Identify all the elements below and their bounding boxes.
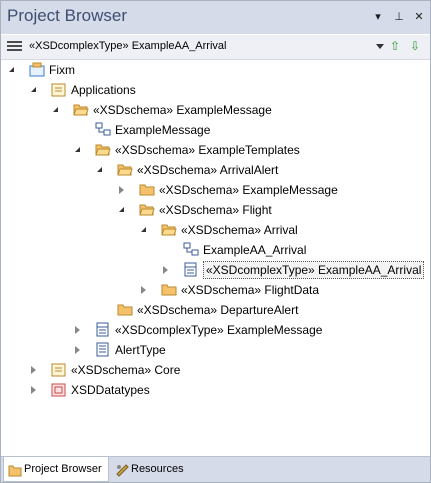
tree-item-label: Applications xyxy=(71,83,136,97)
collapse-arrow-icon[interactable] xyxy=(97,167,102,172)
tree-item-label: «XSDschema» DepartureAlert xyxy=(137,303,299,317)
titlebar: Project Browser ▾ ⊥ ✕ xyxy=(1,1,430,34)
close-icon[interactable]: ✕ xyxy=(412,10,426,24)
tree-item-label: AlertType xyxy=(115,343,166,357)
collapse-arrow-icon[interactable] xyxy=(119,207,124,212)
folder-icon xyxy=(139,182,155,197)
tab-project-browser[interactable]: Project Browser xyxy=(3,457,109,482)
tree-item[interactable]: «XSDschema» DepartureAlert xyxy=(1,300,430,320)
selected-element-label: «XSDcomplexType» ExampleAA_Arrival xyxy=(29,40,227,52)
folder-open-icon xyxy=(95,142,111,157)
tree-item[interactable]: «XSDschema» ExampleTemplates xyxy=(1,140,430,160)
move-down-button[interactable]: ⇩ xyxy=(408,39,422,55)
tree-item-label: «XSDschema» ExampleMessage xyxy=(93,103,272,117)
collapse-arrow-icon[interactable] xyxy=(9,67,14,72)
package-icon xyxy=(51,82,67,97)
collapse-arrow-icon[interactable] xyxy=(141,227,146,232)
tree-item[interactable]: «XSDschema» Flight xyxy=(1,200,430,220)
project-browser-window: Project Browser ▾ ⊥ ✕ «XSDcomplexType» E… xyxy=(0,0,431,483)
tree-item[interactable]: «XSDcomplexType» ExampleAA_Arrival xyxy=(1,260,430,280)
expand-arrow-icon[interactable] xyxy=(31,366,36,374)
expand-arrow-icon[interactable] xyxy=(141,286,146,294)
class-icon xyxy=(95,322,111,337)
tab-resources[interactable]: Resources xyxy=(111,457,193,481)
class-icon xyxy=(183,262,199,277)
expand-arrow-icon[interactable] xyxy=(75,326,80,334)
tree-item-label: ExampleAA_Arrival xyxy=(203,243,307,257)
folder-open-icon xyxy=(139,202,155,217)
tree-item-label: XSDDatatypes xyxy=(71,383,150,397)
diagram-icon xyxy=(183,242,199,257)
datatype-package-icon xyxy=(51,382,67,397)
tree-item[interactable]: Fixm xyxy=(1,60,430,80)
expand-arrow-icon[interactable] xyxy=(163,266,168,274)
tree-item[interactable]: «XSDschema» ExampleMessage xyxy=(1,180,430,200)
folder-open-icon xyxy=(117,162,133,177)
folder-icon xyxy=(117,302,133,317)
tree-item-label: «XSDschema» ExampleTemplates xyxy=(115,143,300,157)
tree-item-label: «XSDschema» Arrival xyxy=(181,223,298,237)
tree-item[interactable]: «XSDschema» FlightData xyxy=(1,280,430,300)
collapse-arrow-icon[interactable] xyxy=(53,107,58,112)
tree-item-label: «XSDschema» Flight xyxy=(159,203,272,217)
browser-toolbar: «XSDcomplexType» ExampleAA_Arrival ⇧ ⇩ xyxy=(1,35,430,60)
tree-item[interactable]: XSDDatatypes xyxy=(1,380,430,400)
tree-item-label: «XSDcomplexType» ExampleMessage xyxy=(115,323,323,337)
folder-icon xyxy=(161,282,177,297)
tree-item[interactable]: «XSDcomplexType» ExampleMessage xyxy=(1,320,430,340)
move-up-button[interactable]: ⇧ xyxy=(388,39,402,55)
expand-arrow-icon[interactable] xyxy=(119,186,124,194)
tab-bar: Project Browser Resources xyxy=(1,456,430,482)
tree-item-label: ExampleMessage xyxy=(115,123,211,137)
expand-arrow-icon[interactable] xyxy=(75,346,80,354)
tree-item-label: «XSDschema» Core xyxy=(71,363,181,377)
tree-item-label: «XSDschema» ArrivalAlert xyxy=(137,163,279,177)
hamburger-menu-icon[interactable] xyxy=(7,41,22,52)
element-icon xyxy=(95,342,111,357)
tree-item[interactable]: «XSDschema» ArrivalAlert xyxy=(1,160,430,180)
tree-item[interactable]: «XSDschema» Core xyxy=(1,360,430,380)
tree-item-label: «XSDcomplexType» ExampleAA_Arrival xyxy=(203,261,425,279)
tree-item[interactable]: ExampleMessage xyxy=(1,120,430,140)
tab-label: Resources xyxy=(131,463,184,475)
panel-menu-icon[interactable]: ▾ xyxy=(371,10,385,24)
tree-item-label: «XSDschema» ExampleMessage xyxy=(159,183,338,197)
tree-item[interactable]: AlertType xyxy=(1,340,430,360)
tree-item[interactable]: «XSDschema» Arrival xyxy=(1,220,430,240)
expand-arrow-icon[interactable] xyxy=(31,386,36,394)
project-tree: Fixm Applications «XSDschema» ExampleMessa… xyxy=(1,60,430,450)
model-root-icon xyxy=(29,62,45,77)
tree-item[interactable]: «XSDschema» ExampleMessage xyxy=(1,100,430,120)
pin-icon[interactable]: ⊥ xyxy=(392,10,406,24)
folder-open-icon xyxy=(161,222,177,237)
chevron-down-icon[interactable] xyxy=(376,44,384,49)
tree-item-label: Fixm xyxy=(49,63,75,77)
resources-icon xyxy=(115,462,129,477)
collapse-arrow-icon[interactable] xyxy=(75,147,80,152)
package-icon xyxy=(51,362,67,377)
tree-item-label: «XSDschema» FlightData xyxy=(181,283,320,297)
tree-item[interactable]: ExampleAA_Arrival xyxy=(1,240,430,260)
folder-open-icon xyxy=(73,102,89,117)
project-browser-icon xyxy=(8,462,22,477)
tab-label: Project Browser xyxy=(24,463,102,475)
diagram-icon xyxy=(95,122,111,137)
window-title: Project Browser xyxy=(7,6,127,25)
collapse-arrow-icon[interactable] xyxy=(31,87,36,92)
tree-item[interactable]: Applications xyxy=(1,80,430,100)
